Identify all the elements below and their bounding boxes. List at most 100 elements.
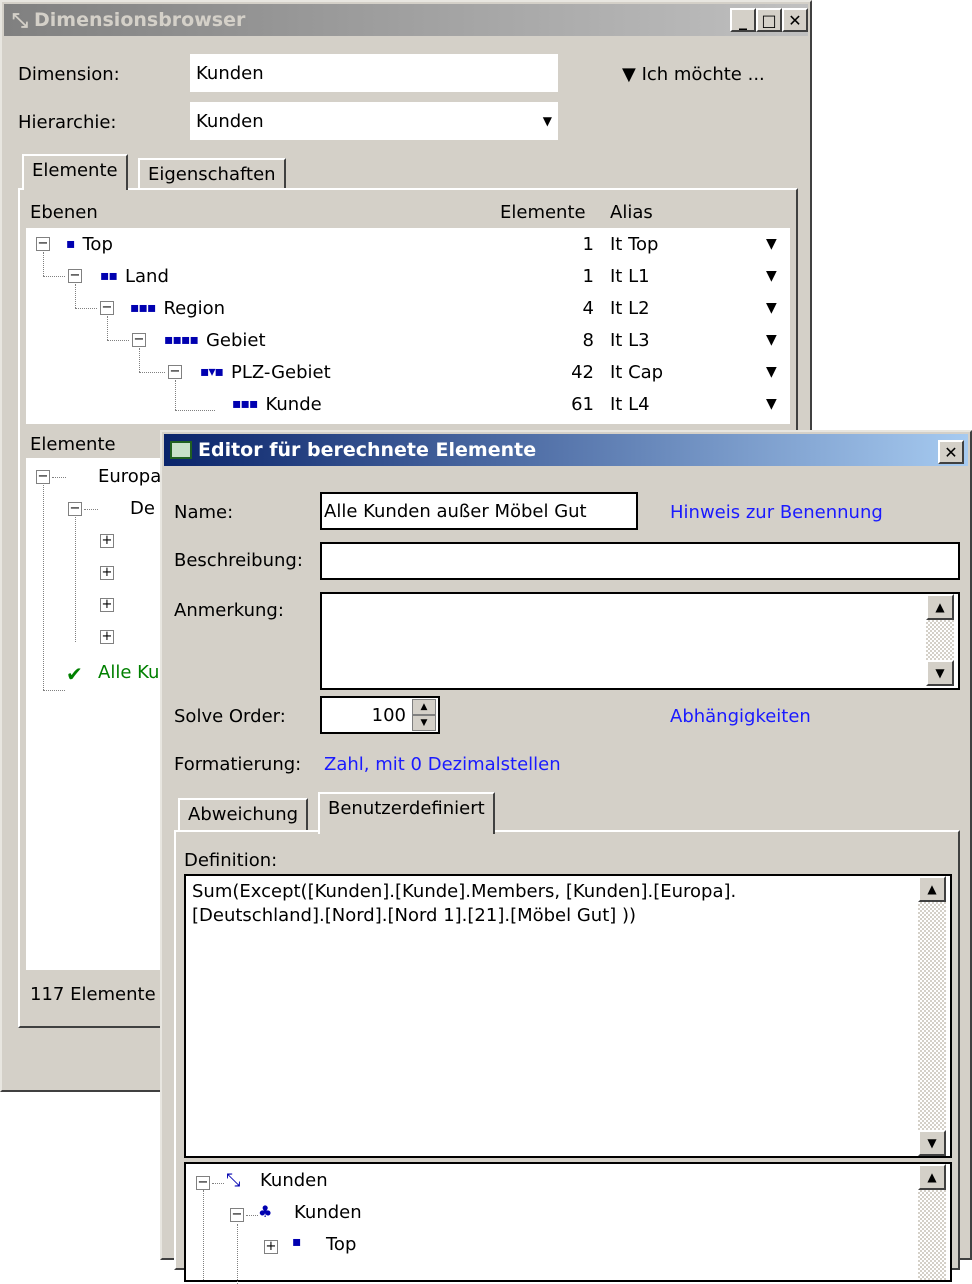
hierarchy-select-value: Kunden: [196, 110, 264, 132]
dimension-field[interactable]: Kunden: [190, 54, 558, 92]
level-row-plz-gebiet[interactable]: − ▪▾▪ PLZ-Gebiet 42 It Cap ▼: [26, 356, 790, 388]
alias-header: Alias: [610, 202, 653, 223]
metadata-tree[interactable]: − ⤡ Kunden − ♣ Kunden + ▪ Top ▲: [184, 1162, 952, 1284]
formatting-link[interactable]: Zahl, mit 0 Dezimalstellen: [324, 754, 561, 775]
definition-editor[interactable]: Sum(Except([Kunden].[Kunde].Members, [Ku…: [184, 874, 952, 1158]
scroll-down-button[interactable]: ▼: [926, 660, 954, 686]
collapse-icon[interactable]: −: [36, 237, 50, 251]
level-count: 8: [582, 329, 594, 351]
maximize-button[interactable]: □: [756, 8, 782, 32]
expand-icon[interactable]: +: [100, 566, 114, 580]
solve-order-stepper[interactable]: 100 ▲ ▼: [320, 696, 440, 734]
note-field[interactable]: ▲ ▼: [320, 592, 960, 690]
window-title: Dimensionsbrowser: [34, 9, 246, 31]
calculator-icon: [170, 441, 192, 459]
alias-dropdown-icon[interactable]: ▼: [766, 268, 777, 284]
chevron-down-icon[interactable]: ▼: [543, 114, 552, 128]
editor-titlebar[interactable]: Editor für berechnete Elemente: [164, 434, 968, 466]
dimension-browser-titlebar[interactable]: ⤡ Dimensionsbrowser: [4, 4, 808, 36]
window-title: Editor für berechnete Elemente: [198, 439, 537, 461]
level-marker-icon: ▪▾▪: [200, 364, 224, 380]
hierarchy-label: Hierarchie:: [18, 112, 117, 133]
alias-dropdown-icon[interactable]: ▼: [766, 300, 777, 316]
dependencies-link[interactable]: Abhängigkeiten: [670, 706, 811, 727]
definition-line: [Deutschland].[Nord].[Nord 1].[21].[Möbe…: [192, 905, 637, 926]
tree-node[interactable]: Kunden: [294, 1202, 362, 1223]
collapse-icon[interactable]: −: [196, 1176, 210, 1190]
dimension-icon: ⤡: [226, 1170, 241, 1191]
stepper-up-icon[interactable]: ▲: [412, 699, 436, 715]
alias-dropdown-icon[interactable]: ▼: [766, 364, 777, 380]
collapse-icon[interactable]: −: [230, 1208, 244, 1222]
level-row-kunde[interactable]: ▪▪▪ Kunde 61 It L4 ▼: [26, 388, 790, 420]
name-field[interactable]: Alle Kunden außer Möbel Gut: [320, 492, 638, 530]
scrollbar-track[interactable]: [926, 620, 954, 660]
level-marker-icon: ▪: [66, 236, 75, 252]
close-button[interactable]: ✕: [782, 8, 808, 32]
expand-icon[interactable]: −: [68, 502, 82, 516]
minimize-button[interactable]: _: [730, 8, 756, 32]
level-count: 42: [571, 361, 594, 383]
tab-benutzerdefiniert[interactable]: Benutzerdefiniert: [318, 792, 495, 834]
definition-label: Definition:: [184, 850, 278, 871]
level-count: 4: [582, 297, 594, 319]
expand-icon[interactable]: +: [100, 534, 114, 548]
collapse-icon[interactable]: −: [100, 301, 114, 315]
level-alias: It Top: [610, 233, 659, 255]
stepper-down-icon[interactable]: ▼: [412, 715, 436, 731]
alias-dropdown-icon[interactable]: ▼: [766, 332, 777, 348]
expand-icon[interactable]: +: [100, 598, 114, 612]
close-button[interactable]: ✕: [938, 440, 964, 464]
level-name: PLZ-Gebiet: [231, 361, 331, 383]
scroll-up-button[interactable]: ▲: [926, 594, 954, 620]
solve-order-label: Solve Order:: [174, 706, 286, 727]
level-name: Kunde: [265, 393, 322, 415]
tab-eigenschaften[interactable]: Eigenschaften: [138, 158, 286, 190]
status-count: 117 Elemente: [30, 984, 156, 1005]
level-row-top[interactable]: − ▪ Top 1 It Top ▼: [26, 228, 790, 260]
description-field[interactable]: [320, 542, 960, 580]
naming-hint-link[interactable]: Hinweis zur Benennung: [670, 502, 883, 523]
level-alias: It L2: [610, 297, 650, 319]
count-header: Elemente: [500, 202, 586, 223]
collapse-icon[interactable]: −: [132, 333, 146, 347]
level-row-land[interactable]: − ▪▪ Land 1 It L1 ▼: [26, 260, 790, 292]
dimension-label: Dimension:: [18, 64, 120, 85]
alias-dropdown-icon[interactable]: ▼: [766, 236, 777, 252]
collapse-icon[interactable]: −: [168, 365, 182, 379]
note-label: Anmerkung:: [174, 600, 284, 621]
level-count: 1: [582, 265, 594, 287]
alias-dropdown-icon[interactable]: ▼: [766, 396, 777, 412]
levels-list[interactable]: − ▪ Top 1 It Top ▼ − ▪▪ Land 1 It L1 ▼ −…: [26, 228, 790, 424]
definition-line: Sum(Except([Kunden].[Kunde].Members, [Ku…: [192, 881, 737, 902]
scroll-up-button[interactable]: ▲: [918, 876, 946, 902]
action-menu[interactable]: ▼ Ich möchte ...: [622, 64, 765, 85]
expand-icon[interactable]: −: [36, 470, 50, 484]
level-alias: It L3: [610, 329, 650, 351]
collapse-icon[interactable]: −: [68, 269, 82, 283]
tree-node[interactable]: Kunden: [260, 1170, 328, 1191]
level-name: Region: [163, 297, 226, 319]
level-row-gebiet[interactable]: − ▪▪▪▪ Gebiet 8 It L3 ▼: [26, 324, 790, 356]
dimension-icon: ⤡: [12, 8, 28, 32]
level-row-region[interactable]: − ▪▪▪ Region 4 It L2 ▼: [26, 292, 790, 324]
expand-icon[interactable]: +: [100, 630, 114, 644]
description-label: Beschreibung:: [174, 550, 303, 571]
scroll-down-button[interactable]: ▼: [918, 1130, 946, 1156]
level-count: 1: [582, 233, 594, 255]
scroll-up-button[interactable]: ▲: [918, 1164, 946, 1190]
tab-elemente[interactable]: Elemente: [22, 154, 128, 190]
expand-icon[interactable]: +: [264, 1240, 278, 1254]
name-label: Name:: [174, 502, 234, 523]
level-name: Top: [82, 233, 113, 255]
scrollbar-track[interactable]: [918, 902, 946, 1130]
element-node[interactable]: Europa: [98, 466, 161, 487]
level-marker-icon: ▪▪: [100, 268, 118, 284]
element-node[interactable]: Alle Ku: [98, 662, 159, 683]
hierarchy-select[interactable]: Kunden ▼: [190, 102, 558, 140]
scrollbar-track[interactable]: [918, 1190, 946, 1280]
element-node[interactable]: De: [130, 498, 155, 519]
level-count: 61: [571, 393, 594, 415]
tab-abweichung[interactable]: Abweichung: [178, 798, 309, 832]
tree-node[interactable]: Top: [326, 1234, 356, 1255]
